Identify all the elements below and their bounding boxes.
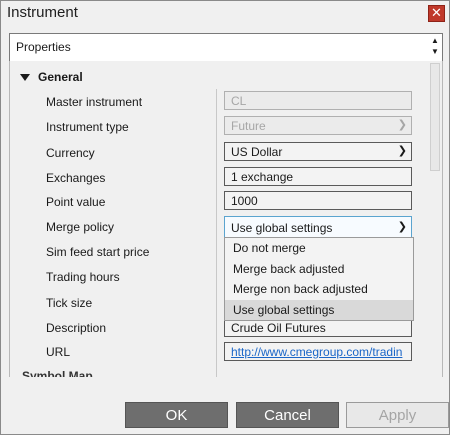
instrument-dialog: Instrument ✕ Properties ▲ ▼ General Mast… bbox=[0, 0, 450, 435]
exchanges-value: 1 exchange bbox=[231, 170, 294, 184]
window-title: Instrument bbox=[7, 4, 78, 21]
vertical-scrollbar[interactable] bbox=[428, 61, 442, 377]
instrument-type-select: Future ❯ bbox=[224, 116, 412, 135]
currency-value: US Dollar bbox=[231, 145, 283, 159]
properties-label: Properties bbox=[16, 40, 71, 54]
merge-policy-value: Use global settings bbox=[231, 221, 333, 235]
label-url: URL bbox=[46, 345, 71, 359]
label-exchanges: Exchanges bbox=[46, 171, 106, 185]
chevron-down-icon[interactable]: ❯ bbox=[398, 220, 407, 233]
currency-select[interactable]: US Dollar ❯ bbox=[224, 142, 412, 161]
label-instrument-type: Instrument type bbox=[46, 120, 129, 134]
url-field[interactable]: http://www.cmegroup.com/tradin bbox=[224, 342, 412, 361]
ok-button[interactable]: OK bbox=[125, 402, 228, 428]
cancel-button[interactable]: Cancel bbox=[236, 402, 339, 428]
label-tick-size: Tick size bbox=[46, 296, 93, 310]
dropdown-option-do-not-merge[interactable]: Do not merge bbox=[225, 238, 413, 258]
dropdown-option-use-global-settings[interactable]: Use global settings bbox=[225, 300, 413, 320]
spin-down-icon[interactable]: ▼ bbox=[430, 46, 440, 57]
section-general-label: General bbox=[38, 70, 83, 84]
close-icon[interactable]: ✕ bbox=[428, 5, 445, 22]
section-symbol-map[interactable]: Symbol Map bbox=[22, 369, 93, 377]
dropdown-option-merge-non-back-adjusted[interactable]: Merge non back adjusted bbox=[225, 279, 413, 299]
instrument-type-value: Future bbox=[231, 119, 266, 133]
label-description: Description bbox=[46, 321, 107, 335]
section-general[interactable]: General bbox=[20, 70, 83, 84]
label-master-instrument: Master instrument bbox=[46, 95, 143, 109]
chevron-down-icon: ❯ bbox=[397, 119, 407, 131]
scrollbar-thumb[interactable] bbox=[430, 63, 440, 171]
column-divider bbox=[216, 89, 217, 377]
apply-button[interactable]: Apply bbox=[346, 402, 449, 428]
spin-up-icon[interactable]: ▲ bbox=[430, 35, 440, 46]
property-grid: General Master instrument CL Instrument … bbox=[9, 61, 443, 377]
exchanges-field[interactable]: 1 exchange bbox=[224, 167, 412, 186]
chevron-down-icon[interactable]: ❯ bbox=[398, 144, 407, 157]
master-instrument-field: CL bbox=[224, 91, 412, 110]
label-trading-hours: Trading hours bbox=[46, 270, 120, 284]
dropdown-option-merge-back-adjusted[interactable]: Merge back adjusted bbox=[225, 259, 413, 279]
label-point-value: Point value bbox=[46, 195, 106, 209]
label-merge-policy: Merge policy bbox=[46, 220, 115, 234]
master-instrument-value: CL bbox=[231, 94, 247, 108]
triangle-down-icon[interactable] bbox=[20, 74, 30, 82]
url-link[interactable]: http://www.cmegroup.com/tradin bbox=[231, 345, 402, 359]
merge-policy-dropdown: Do not merge Merge back adjusted Merge n… bbox=[224, 237, 414, 321]
description-value: Crude Oil Futures bbox=[231, 321, 326, 335]
label-sim-feed-start-price: Sim feed start price bbox=[46, 245, 150, 259]
title-bar: Instrument ✕ bbox=[1, 1, 449, 25]
point-value-field[interactable]: 1000 bbox=[224, 191, 412, 210]
scroll-spinner[interactable]: ▲ ▼ bbox=[430, 35, 440, 59]
properties-header: Properties ▲ ▼ bbox=[9, 33, 443, 62]
label-currency: Currency bbox=[46, 146, 95, 160]
merge-policy-select[interactable]: Use global settings ❯ bbox=[224, 216, 412, 238]
point-value-value: 1000 bbox=[231, 194, 258, 208]
